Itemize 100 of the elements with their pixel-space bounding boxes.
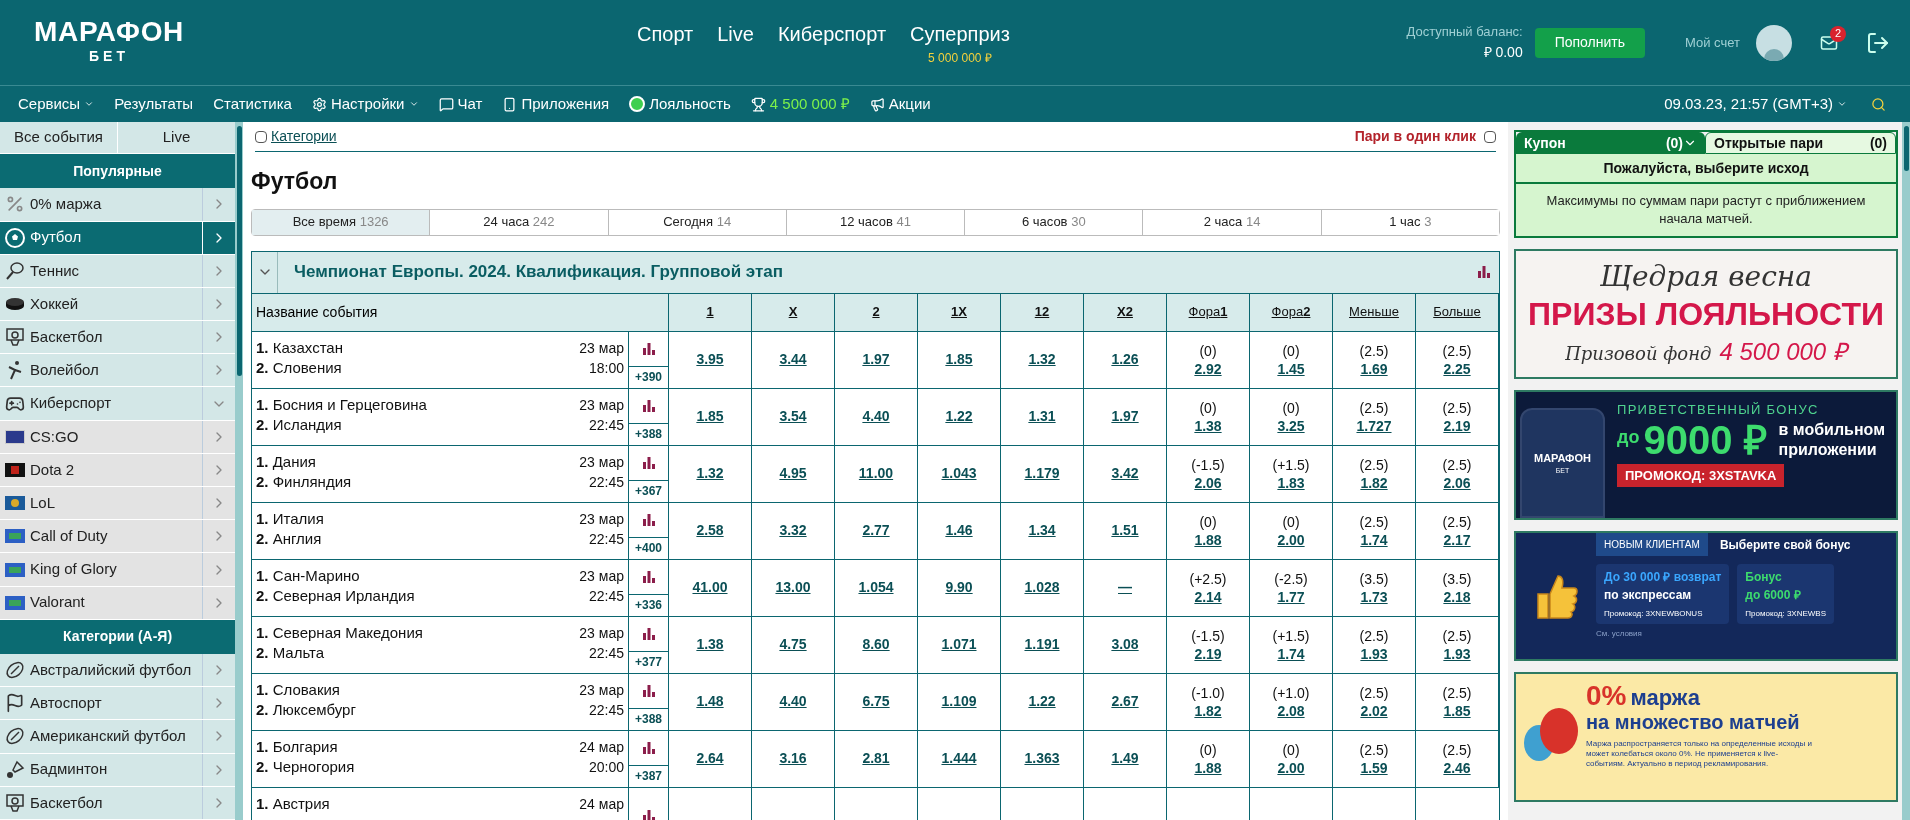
sidebar-item[interactable]: Киберспорт	[0, 387, 235, 421]
odds-link[interactable]: 1.071	[941, 634, 977, 655]
sidebar-item[interactable]: Автоспорт	[0, 687, 235, 721]
bar-chart-icon[interactable]	[641, 741, 656, 754]
datetime-menu[interactable]: 09.03.23, 21:57 (GMT+3)	[1664, 92, 1847, 116]
odds-link[interactable]: 2.46	[1443, 758, 1471, 777]
team-name[interactable]: 2. Исландия	[256, 414, 427, 435]
odds-link[interactable]: 1.043	[941, 463, 977, 484]
sidebar-item[interactable]: Valorant	[0, 586, 235, 620]
sidebar-item[interactable]: Dota 2	[0, 453, 235, 488]
sidebar-item[interactable]: Американский футбол	[0, 720, 235, 754]
odds-link[interactable]: 1.22	[945, 406, 973, 427]
sidebar-item[interactable]: Баскетбол	[0, 786, 235, 820]
team-name[interactable]: 1. Словакия	[256, 679, 356, 700]
odds-link[interactable]: 2.77	[862, 520, 890, 541]
odds-link[interactable]: 13.00	[775, 577, 811, 598]
odds-link[interactable]: 3.42	[1111, 463, 1139, 484]
team-name[interactable]: 2. Люксембург	[256, 699, 356, 720]
column-header[interactable]: 2	[872, 302, 880, 322]
odds-link[interactable]: 1.38	[1194, 416, 1222, 435]
sidebar-item[interactable]: LoL	[0, 487, 235, 521]
sidebar-item[interactable]: Хоккей	[0, 287, 235, 322]
odds-link[interactable]: 2.00	[1277, 758, 1305, 777]
odds-link[interactable]: 1.93	[1360, 644, 1388, 663]
margin-banner[interactable]: 0%маржа на множество матчей Маржа распространяется только на определенные исходы и может колебаться около 0%. Не применяется к live-событиям. Актуально в период рекламирования.	[1514, 672, 1898, 802]
loyalty-banner[interactable]: Щедрая весна ПРИЗЫ ЛОЯЛЬНОСТИ Призовой фонд 4 500 000 ₽	[1514, 249, 1898, 379]
odds-link[interactable]: 1.59	[1360, 758, 1388, 777]
odds-link[interactable]: 2.19	[1443, 416, 1471, 435]
odds-link[interactable]: 2.06	[1194, 473, 1222, 492]
checkbox[interactable]	[255, 130, 267, 143]
odds-link[interactable]: 1.054	[858, 577, 894, 598]
odds-link[interactable]: 6.75	[862, 691, 890, 712]
odds-link[interactable]: 1.028	[1024, 577, 1060, 598]
column-header[interactable]: 1X	[951, 302, 967, 322]
odds-link[interactable]: —	[1118, 577, 1132, 598]
odds-link[interactable]: 1.444	[941, 748, 977, 769]
odds-link[interactable]: 1.85	[945, 349, 973, 370]
avatar-icon[interactable]	[1756, 24, 1792, 61]
nav-link[interactable]: Статистика	[213, 92, 292, 116]
sidebar-item[interactable]: CS:GO	[0, 420, 235, 454]
bar-chart-icon[interactable]	[641, 684, 656, 697]
odds-link[interactable]: 1.363	[1024, 748, 1060, 769]
odds-link[interactable]: 1.83	[1277, 473, 1305, 492]
odds-link[interactable]: 4.95	[779, 463, 807, 484]
sidebar-item[interactable]: Австралийский футбол	[0, 653, 235, 688]
odds-link[interactable]: 1.32	[1028, 349, 1056, 370]
odds-link[interactable]: 1.179	[1024, 463, 1060, 484]
column-header[interactable]: 12	[1034, 302, 1050, 322]
team-name[interactable]: 2. Северная Ирландия	[256, 585, 415, 606]
odds-link[interactable]: 1.88	[1194, 530, 1222, 549]
odds-link[interactable]: 2.64	[696, 748, 724, 769]
odds-link[interactable]: 3.32	[779, 520, 807, 541]
nav-link[interactable]: Приложения	[502, 92, 610, 116]
odds-link[interactable]: 1.69	[1360, 359, 1388, 378]
odds-link[interactable]: 1.46	[945, 520, 973, 541]
odds-link[interactable]: 2.08	[1277, 701, 1305, 720]
bar-chart-icon[interactable]	[1477, 266, 1491, 278]
sidebar-item[interactable]: Баскетбол	[0, 321, 235, 355]
more-markets-link[interactable]: +390	[629, 365, 668, 388]
odds-link[interactable]: 1.45	[1277, 359, 1305, 378]
search-icon[interactable]	[1871, 96, 1886, 112]
odds-link[interactable]: 2.17	[1443, 530, 1471, 549]
logout-icon[interactable]	[1866, 30, 1890, 55]
odds-link[interactable]: 1.34	[1028, 520, 1056, 541]
odds-link[interactable]: 1.74	[1277, 644, 1305, 663]
odds-link[interactable]: 3.95	[696, 349, 724, 370]
nav-link[interactable]: Лояльность	[629, 92, 731, 116]
odds-link[interactable]: 1.49	[1111, 748, 1139, 769]
account-label[interactable]: Мой счет	[1685, 32, 1740, 53]
odds-link[interactable]: 1.97	[1111, 406, 1139, 427]
sidebar-item[interactable]: Волейбол	[0, 354, 235, 388]
sidebar-tab[interactable]: Все события	[0, 122, 118, 154]
more-markets-link[interactable]: +367	[629, 479, 668, 502]
team-name[interactable]: 2. Англия	[256, 528, 324, 549]
odds-link[interactable]: 3.44	[779, 349, 807, 370]
odds-link[interactable]: 2.18	[1443, 587, 1471, 606]
scrollbar[interactable]	[1902, 122, 1910, 820]
odds-link[interactable]: 3.08	[1111, 634, 1139, 655]
more-markets-link[interactable]: +388	[629, 422, 668, 445]
odds-link[interactable]: 2.92	[1194, 359, 1222, 378]
odds-link[interactable]: 2.25	[1443, 359, 1471, 378]
nav-link[interactable]: Результаты	[114, 92, 194, 116]
sidebar-item[interactable]: King of Glory	[0, 553, 235, 587]
odds-link[interactable]: 1.22	[1028, 691, 1056, 712]
odds-link[interactable]: 1.82	[1360, 473, 1388, 492]
odds-link[interactable]: 1.38	[696, 634, 724, 655]
coupon-tab[interactable]: Открытые пари (0)	[1705, 132, 1896, 154]
sidebar-item[interactable]: Бадминтон	[0, 753, 235, 787]
time-filter-tab[interactable]: 1 час 3	[1320, 209, 1499, 235]
sidebar-item[interactable]: Футбол	[0, 221, 235, 255]
bar-chart-icon[interactable]	[641, 570, 656, 583]
bar-chart-icon[interactable]	[641, 399, 656, 412]
team-name[interactable]: 2. Финляндия	[256, 471, 352, 492]
bar-chart-icon[interactable]	[641, 456, 656, 469]
odds-link[interactable]: 1.77	[1277, 587, 1305, 606]
odds-link[interactable]: 1.73	[1360, 587, 1388, 606]
sidebar-tab[interactable]: Live	[118, 122, 235, 154]
odds-link[interactable]: 2.00	[1277, 530, 1305, 549]
choose-bonus-banner[interactable]: НОВЫМ КЛИЕНТАМ Выберите свой бонус До 30 000 ₽ возврат по экспрессам Промокод: 3XNEWBONUS Бонус до 6000 ₽ Промокод: 3XNEWBS См. условия	[1514, 531, 1898, 661]
main-nav-link[interactable]: Спорт	[637, 18, 694, 49]
